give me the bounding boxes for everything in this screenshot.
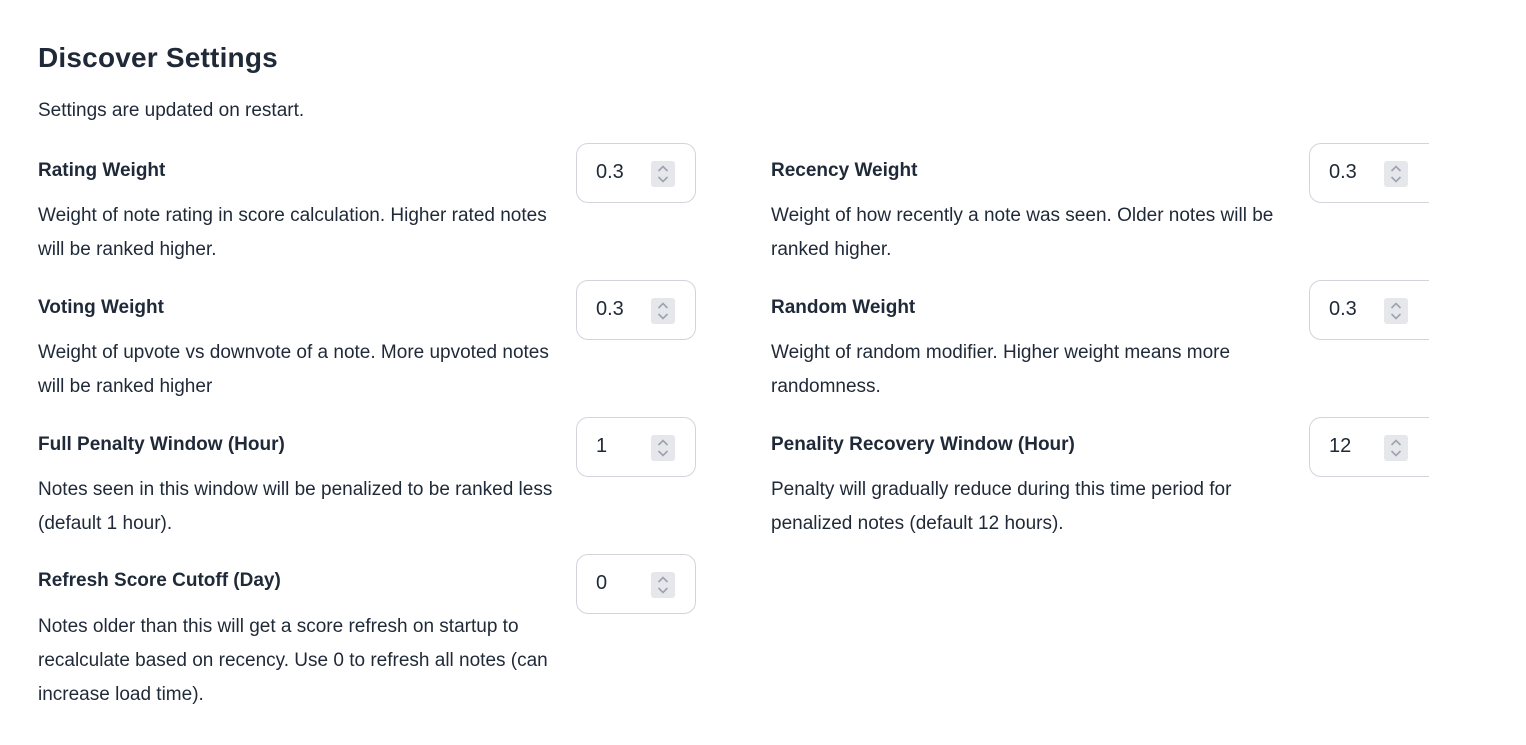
spinner-updown-icon[interactable] xyxy=(651,435,675,461)
spinner-updown-icon[interactable] xyxy=(1384,161,1408,187)
discover-settings-page: Discover Settings Settings are updated o… xyxy=(0,0,1526,745)
penalty-recovery-window-input[interactable]: 12 xyxy=(1309,417,1429,477)
input-value: 0.3 xyxy=(596,298,624,320)
spinner-updown-icon[interactable] xyxy=(651,298,675,324)
setting-description: Weight of random modifier. Higher weight… xyxy=(771,342,1231,397)
setting-label: Recency Weight xyxy=(771,160,918,181)
setting-label: Penality Recovery Window (Hour) xyxy=(771,434,1075,455)
input-value: 0 xyxy=(596,572,608,594)
setting-description: Notes older than this will get a score r… xyxy=(38,616,548,705)
input-value: 0.3 xyxy=(1329,298,1357,320)
setting-description: Weight of how recently a note was seen. … xyxy=(771,205,1274,260)
spinner-updown-icon[interactable] xyxy=(651,572,675,598)
voting-weight-input[interactable]: 0.3 xyxy=(576,280,696,340)
setting-label: Refresh Score Cutoff (Day) xyxy=(38,570,281,591)
setting-penalty-recovery-window: Penality Recovery Window (Hour) Penalty … xyxy=(771,417,1431,547)
input-value: 12 xyxy=(1329,435,1352,457)
setting-description: Penalty will gradually reduce during thi… xyxy=(771,479,1232,534)
setting-random-weight: Random Weight Weight of random modifier.… xyxy=(771,280,1431,410)
rating-weight-input[interactable]: 0.3 xyxy=(576,143,696,203)
setting-label: Full Penalty Window (Hour) xyxy=(38,434,285,455)
setting-label: Rating Weight xyxy=(38,160,166,181)
spinner-updown-icon[interactable] xyxy=(1384,298,1408,324)
setting-description: Weight of note rating in score calculati… xyxy=(38,205,547,260)
setting-full-penalty-window: Full Penalty Window (Hour) Notes seen in… xyxy=(38,417,698,547)
input-value: 0.3 xyxy=(1329,161,1357,183)
spinner-updown-icon[interactable] xyxy=(651,161,675,187)
setting-label: Voting Weight xyxy=(38,297,164,318)
recency-weight-input[interactable]: 0.3 xyxy=(1309,143,1429,203)
spinner-updown-icon[interactable] xyxy=(1384,435,1408,461)
random-weight-input[interactable]: 0.3 xyxy=(1309,280,1429,340)
setting-recency-weight: Recency Weight Weight of how recently a … xyxy=(771,143,1431,273)
setting-refresh-score-cutoff: Refresh Score Cutoff (Day) Notes older t… xyxy=(38,554,698,724)
input-value: 1 xyxy=(596,435,608,457)
setting-description: Notes seen in this window will be penali… xyxy=(38,479,553,534)
setting-label: Random Weight xyxy=(771,297,916,318)
setting-voting-weight: Voting Weight Weight of upvote vs downvo… xyxy=(38,280,698,410)
setting-description: Weight of upvote vs downvote of a note. … xyxy=(38,342,549,397)
input-value: 0.3 xyxy=(596,161,624,183)
page-subtitle: Settings are updated on restart. xyxy=(38,100,305,121)
setting-rating-weight: Rating Weight Weight of note rating in s… xyxy=(38,143,698,273)
page-title: Discover Settings xyxy=(38,42,278,73)
refresh-score-cutoff-input[interactable]: 0 xyxy=(576,554,696,614)
full-penalty-window-input[interactable]: 1 xyxy=(576,417,696,477)
